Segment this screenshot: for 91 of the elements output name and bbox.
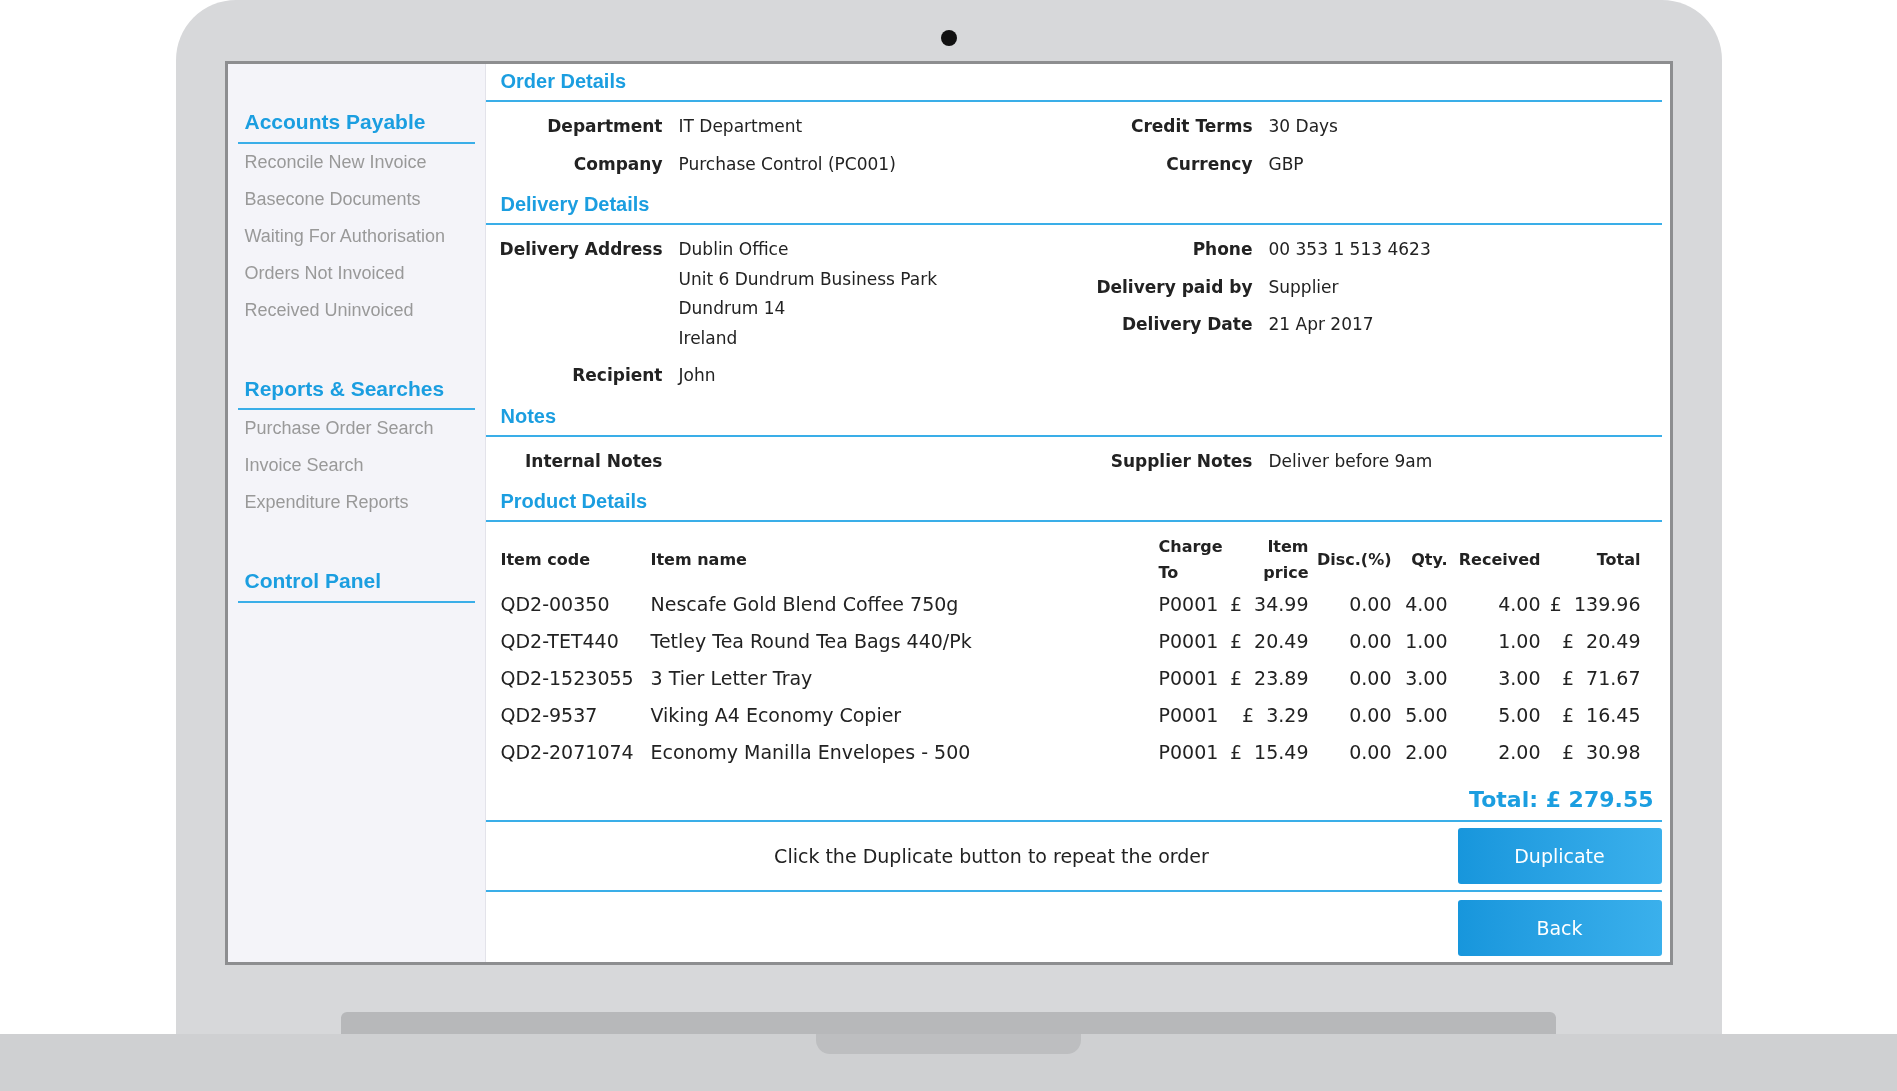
table-cell-text: 3 Tier Letter Tray [650,666,814,692]
table-cell-text: QD2-2071074 [500,740,635,766]
field-value: Supplier [1268,275,1339,299]
table-cell-text: Tetley Tea Round Tea Bags 440/Pk [650,629,973,655]
table-cell-text: P0001 [1158,592,1220,618]
table-cell: £ 30.98 [1540,734,1649,771]
field-label: Delivery paid by [1095,275,1253,299]
column-header: Qty. [1410,549,1448,571]
field-label: Delivery Date [1120,313,1253,336]
sidebar-heading[interactable]: Reports & Searches [244,372,468,404]
table-cell-text: 1.00 [1497,629,1541,655]
field-value: 00 353 1 513 4623 [1268,238,1431,261]
section-heading: Order Details [499,69,628,94]
column-header: Item price [1262,536,1309,584]
field-label: Currency [1165,152,1253,176]
table-cell-text: 2.00 [1497,740,1541,766]
table-cell-text: Nescafe Gold Blend Coffee 750g [650,592,960,618]
field-label: Delivery Address [498,238,663,261]
field-label: Supplier Notes [1109,449,1253,473]
table-cell-text: P0001 [1158,666,1220,692]
column-header: Item name [650,534,1159,586]
sidebar-heading[interactable]: Accounts Payable [244,106,468,138]
table-cell: 0.00 [1308,586,1392,623]
table-cell-text: P0001 [1158,703,1220,729]
column-header: Total [1540,534,1649,586]
table-cell-text: 1.00 [1404,629,1448,655]
sidebar-item[interactable]: Expenditure Reports [237,484,475,521]
table-cell: 0.00 [1308,623,1392,660]
table-cell: QD2-9537 [500,697,651,734]
table-cell-text: 3.00 [1404,666,1448,692]
column-header: Item code [500,549,591,571]
table-cell-text: 4.00 [1404,592,1448,618]
table-cell-text: P0001 [1158,629,1220,655]
section-heading: Delivery Details [499,192,651,217]
table-cell-text: £ 20.49 [1228,629,1309,655]
table-cell-text: £ 3.29 [1241,703,1309,729]
field-value: IT Department [678,115,803,138]
table-cell: 0.00 [1308,697,1392,734]
duplicate-button[interactable]: Duplicate [1457,828,1662,884]
field-label: Recipient [571,364,663,387]
sidebar-item[interactable]: Orders Not Invoiced [237,254,475,292]
section-heading: Notes [499,403,558,429]
table-cell: QD2-TET440 [500,623,651,660]
sidebar-item[interactable]: Waiting For Authorisation [237,217,475,255]
sidebar-item[interactable]: Received Uninvoiced [237,291,475,329]
table-cell: £ 71.67 [1540,660,1649,697]
field-value: 21 Apr 2017 [1268,313,1374,336]
table-cell-text: 3.00 [1497,666,1541,692]
sidebar-item[interactable]: Invoice Search [237,447,475,484]
table-cell-text: QD2-00350 [500,592,611,618]
field-label: Credit Terms [1130,115,1253,138]
table-cell-text: 5.00 [1404,703,1448,729]
table-cell-text: P0001 [1158,740,1220,766]
field-value: GBP [1268,152,1304,176]
sidebar-item[interactable]: Purchase Order Search [237,410,475,447]
field-label: Department [546,115,663,138]
table-cell-text: £ 15.49 [1228,740,1309,766]
column-header: Charge To [1158,536,1224,584]
field-value: 30 Days [1268,115,1338,138]
sidebar-item[interactable]: Reconcile New Invoice [237,143,475,181]
field-label: Internal Notes [524,449,663,473]
table-cell-text: 2.00 [1404,740,1448,766]
table-cell-text: 4.00 [1497,592,1541,618]
sidebar-item[interactable]: Basecone Documents [237,180,475,218]
column-header: Disc.(%) [1308,534,1392,586]
table-cell: 0.00 [1308,734,1392,771]
field-label: Company [572,152,663,176]
table-cell: £ 20.49 [1540,623,1649,660]
back-button[interactable]: Back [1457,900,1662,956]
table-cell: £ 16.45 [1540,697,1649,734]
table-cell-text: Economy Manilla Envelopes - 500 [650,740,972,766]
table-cell-text: 5.00 [1497,703,1541,729]
field-value: Unit 6 Dundrum Business Park [678,267,937,291]
field-label: Phone [1191,238,1253,261]
column-header: Received [1457,549,1541,571]
sidebar-heading[interactable]: Control Panel [244,565,468,597]
table-cell-text: £ 23.89 [1228,666,1309,692]
field-value: Ireland [678,326,739,350]
table-cell-text: Viking A4 Economy Copier [650,703,903,729]
field-value: John [678,364,716,387]
field-value: Dublin Office [678,238,790,261]
table-cell-text: QD2-1523055 [500,666,635,692]
table-cell: £ 139.96 [1540,586,1649,623]
field-value: Dundrum 14 [678,297,787,320]
field-value: Deliver before 9am [1268,449,1433,473]
hint-text: Click the Duplicate button to repeat the order [773,843,1210,869]
table-cell: 0.00 [1308,660,1392,697]
section-heading: Product Details [499,489,649,514]
table-cell-text: £ 34.99 [1228,592,1309,618]
field-value: Purchase Control (PC001) [678,152,896,176]
order-total: Total: £ 279.55 [1469,786,1654,814]
